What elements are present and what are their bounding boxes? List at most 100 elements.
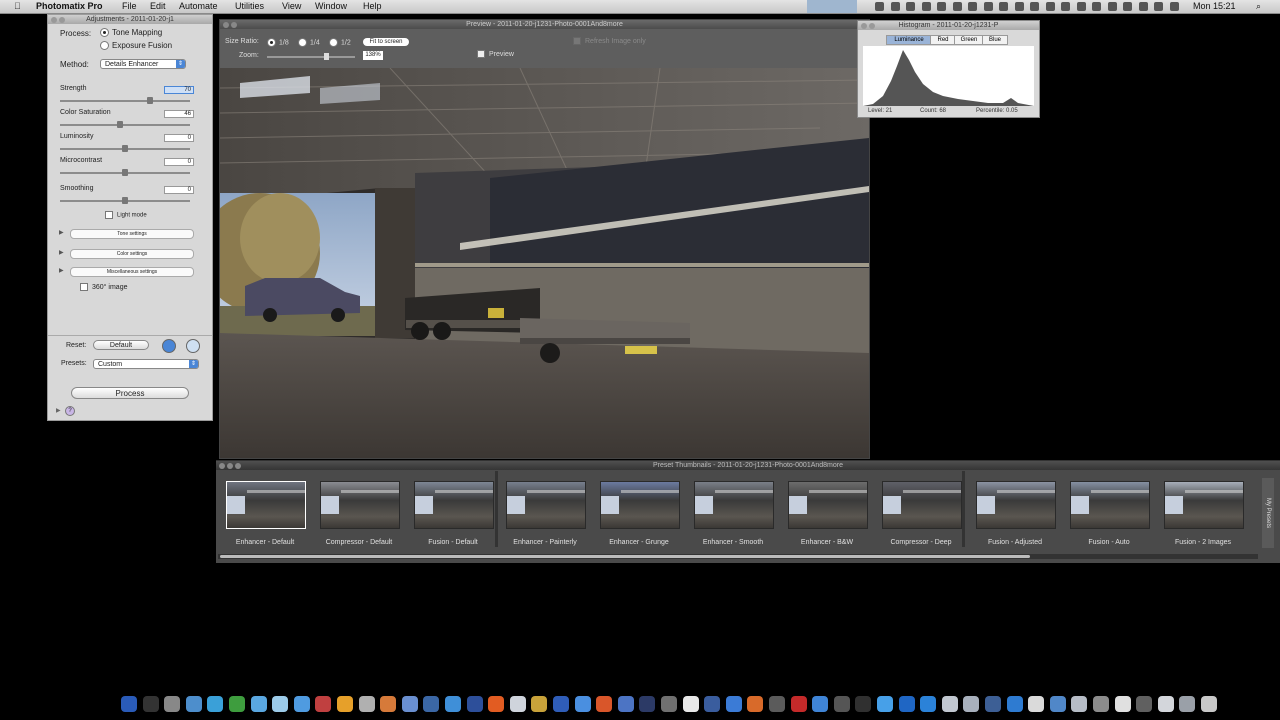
status-menu-icon[interactable] bbox=[1061, 2, 1070, 11]
slider-track[interactable] bbox=[60, 197, 190, 204]
process-button[interactable]: Process bbox=[71, 387, 189, 399]
status-menu-icon[interactable] bbox=[983, 2, 993, 11]
help-icon[interactable]: ? bbox=[65, 406, 75, 416]
dock-app-icon[interactable] bbox=[747, 696, 764, 712]
disclosure-triangle-icon[interactable]: ▶ bbox=[59, 249, 64, 256]
menu-automate[interactable]: Automate bbox=[179, 1, 218, 12]
disclosure-triangle-icon[interactable]: ▶ bbox=[59, 267, 64, 274]
dock-app-icon[interactable] bbox=[1114, 696, 1131, 712]
dock-app-icon[interactable] bbox=[445, 696, 461, 712]
dock-app-icon[interactable] bbox=[639, 696, 656, 712]
menu-view[interactable]: View bbox=[282, 1, 301, 12]
spotlight-icon[interactable]: ⌕ bbox=[1256, 1, 1261, 12]
status-menu-icon[interactable] bbox=[1045, 2, 1055, 11]
close-icon[interactable] bbox=[219, 463, 225, 469]
dock-app-icon[interactable] bbox=[121, 696, 137, 712]
dock-app-icon[interactable] bbox=[941, 696, 958, 712]
preset-thumbnail[interactable] bbox=[320, 481, 400, 529]
dock-app-icon[interactable] bbox=[1049, 696, 1066, 712]
status-menu-icon[interactable] bbox=[937, 2, 946, 11]
status-menu-icon[interactable] bbox=[875, 2, 884, 11]
radio-tone-mapping[interactable]: Tone Mapping bbox=[100, 28, 162, 38]
dock-app-icon[interactable] bbox=[229, 696, 245, 712]
preset-thumbnail[interactable] bbox=[506, 481, 586, 529]
dock-app-icon[interactable] bbox=[985, 696, 1001, 712]
status-menu-icon[interactable] bbox=[999, 2, 1008, 11]
menu-app-name[interactable]: Photomatix Pro bbox=[36, 1, 103, 12]
zoom-slider[interactable] bbox=[267, 53, 355, 60]
radio-exposure-fusion[interactable]: Exposure Fusion bbox=[100, 41, 172, 51]
slider-knob[interactable] bbox=[122, 145, 128, 152]
disclosure-triangle-icon[interactable]: ▶ bbox=[56, 407, 61, 414]
dock-app-icon[interactable] bbox=[207, 696, 224, 712]
slider-value-field[interactable]: 0 bbox=[164, 134, 194, 142]
slider-value-field[interactable]: 0 bbox=[164, 186, 194, 194]
menu-file[interactable]: File bbox=[122, 1, 137, 12]
dock-app-icon[interactable] bbox=[531, 696, 548, 712]
dock-app-icon[interactable] bbox=[574, 696, 591, 712]
fit-to-screen-button[interactable]: Fit to screen bbox=[363, 38, 409, 46]
status-menu-icon[interactable] bbox=[1123, 2, 1132, 11]
status-menu-icon[interactable] bbox=[906, 2, 915, 11]
scrollbar-thumb[interactable] bbox=[220, 555, 1030, 558]
redo-icon[interactable] bbox=[186, 339, 200, 353]
undo-icon[interactable] bbox=[162, 339, 176, 353]
dock-app-icon[interactable] bbox=[1006, 696, 1023, 712]
preset-thumbnail[interactable] bbox=[600, 481, 680, 529]
dock-app-icon[interactable] bbox=[790, 696, 807, 712]
tone-settings-button[interactable]: Tone settings bbox=[70, 229, 194, 239]
dock-app-icon[interactable] bbox=[488, 696, 505, 712]
status-menu-icon[interactable] bbox=[952, 2, 962, 11]
preview-image[interactable] bbox=[220, 68, 869, 458]
status-menu-icon[interactable] bbox=[1169, 2, 1179, 11]
dock-app-icon[interactable] bbox=[661, 696, 677, 712]
menu-help[interactable]: Help bbox=[363, 1, 382, 12]
dock-app-icon[interactable] bbox=[704, 696, 721, 712]
status-menu-icon[interactable] bbox=[1138, 2, 1148, 11]
status-menu-icon[interactable] bbox=[1030, 2, 1039, 11]
dock-app-icon[interactable] bbox=[769, 696, 785, 712]
preview-checkbox[interactable]: Preview bbox=[477, 50, 514, 58]
dock-app-icon[interactable] bbox=[833, 696, 850, 712]
method-select[interactable]: Details Enhancer ⇕ bbox=[100, 59, 186, 69]
minimize-icon[interactable] bbox=[231, 22, 237, 28]
zoom-slider-knob[interactable] bbox=[324, 53, 329, 60]
size-ratio-1-8[interactable]: 1/8 bbox=[267, 38, 289, 47]
preset-thumbnail[interactable] bbox=[788, 481, 868, 529]
dock-app-icon[interactable] bbox=[380, 696, 397, 712]
dock-app-icon[interactable] bbox=[920, 696, 937, 712]
tab-red[interactable]: Red bbox=[930, 35, 956, 45]
dock-app-icon[interactable] bbox=[877, 696, 893, 712]
dock-app-icon[interactable] bbox=[185, 696, 202, 712]
dock-app-icon[interactable] bbox=[401, 696, 418, 712]
dock-app-icon[interactable] bbox=[466, 696, 483, 712]
tab-blue[interactable]: Blue bbox=[982, 35, 1008, 45]
my-presets-tab[interactable]: My Presets bbox=[1262, 478, 1274, 548]
misc-settings-button[interactable]: Miscellaneous settings bbox=[70, 267, 194, 277]
status-menu-icon[interactable] bbox=[921, 2, 931, 11]
dock-app-icon[interactable] bbox=[617, 696, 634, 712]
slider-knob[interactable] bbox=[122, 169, 128, 176]
dock-app-icon[interactable] bbox=[1028, 696, 1045, 712]
dock-app-icon[interactable] bbox=[293, 696, 310, 712]
slider-track[interactable] bbox=[60, 121, 190, 128]
preset-thumbnail[interactable] bbox=[1164, 481, 1244, 529]
minimize-icon[interactable] bbox=[869, 23, 875, 29]
light-mode-checkbox[interactable]: Light mode bbox=[105, 211, 147, 219]
dock-app-icon[interactable] bbox=[358, 696, 375, 712]
slider-knob[interactable] bbox=[117, 121, 123, 128]
slider-value-field[interactable]: 0 bbox=[164, 158, 194, 166]
color-settings-button[interactable]: Color settings bbox=[70, 249, 194, 259]
slider-track[interactable] bbox=[60, 97, 190, 104]
slider-track[interactable] bbox=[60, 169, 190, 176]
slider-knob[interactable] bbox=[147, 97, 153, 104]
slider-knob[interactable] bbox=[122, 197, 128, 204]
status-menu-icon[interactable] bbox=[890, 2, 900, 11]
close-icon[interactable] bbox=[223, 22, 229, 28]
status-menu-icon[interactable] bbox=[1092, 2, 1101, 11]
dock-app-icon[interactable] bbox=[812, 696, 829, 712]
preset-thumbnail[interactable] bbox=[882, 481, 962, 529]
minimize-icon[interactable] bbox=[227, 463, 233, 469]
preset-thumbnail[interactable] bbox=[976, 481, 1056, 529]
dock-app-icon[interactable] bbox=[1093, 696, 1109, 712]
